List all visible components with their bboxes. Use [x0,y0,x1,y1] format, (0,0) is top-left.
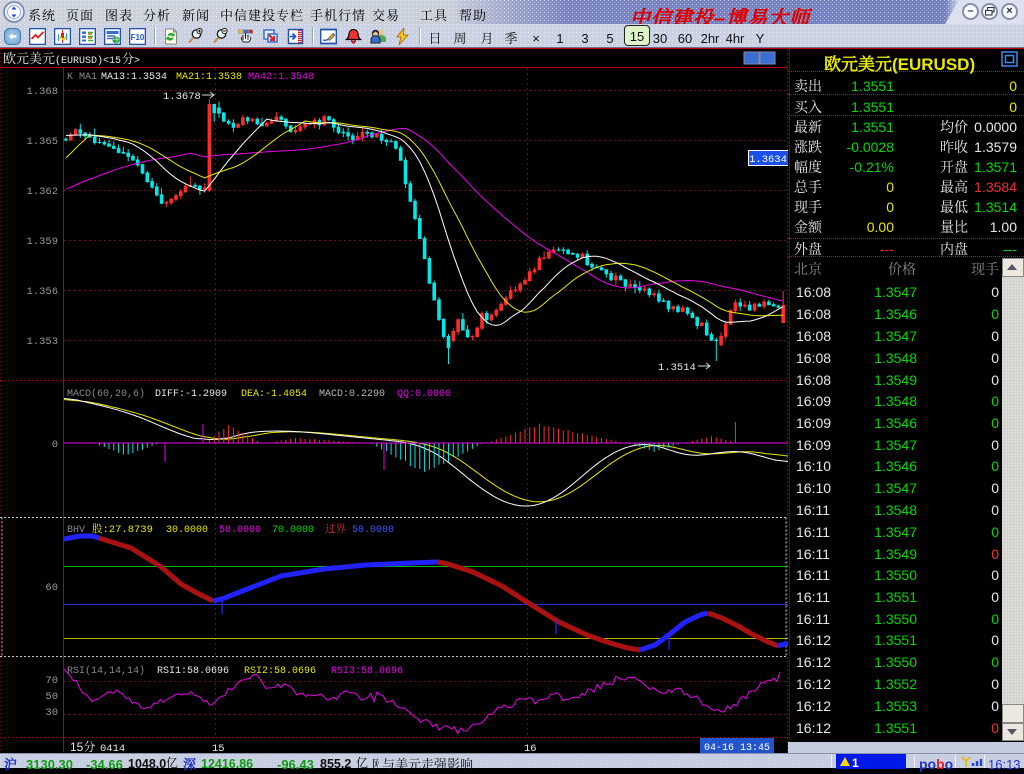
svg-text:15分: 15分 [70,738,95,753]
svg-text:欧元美元: 欧元美元 [3,48,55,67]
svg-text:15: 15 [212,743,225,753]
svg-text:50.0000: 50.0000 [352,525,394,536]
svg-text:RSI3:58.0696: RSI3:58.0696 [331,666,403,677]
svg-text:1.368: 1.368 [26,86,58,98]
svg-text:04-16 13:45: 04-16 13:45 [704,743,770,753]
svg-text:RSI(14,14,14): RSI(14,14,14) [67,665,145,677]
svg-text:50.0000: 50.0000 [219,525,261,536]
svg-text:DIFF:-1.2909: DIFF:-1.2909 [155,389,227,400]
svg-text:分: 分 [122,50,134,67]
svg-text:BHV: BHV [67,525,85,536]
svg-text:(EURUSD)<15: (EURUSD)<15 [55,55,121,67]
svg-text:70.0000: 70.0000 [272,525,314,536]
svg-text:1.362: 1.362 [26,186,58,198]
svg-text:RSI2:58.0696: RSI2:58.0696 [244,666,316,677]
svg-text:MACD(60,20,6): MACD(60,20,6) [67,388,145,400]
svg-text:50: 50 [45,691,58,703]
svg-text:DEA:-1.4054: DEA:-1.4054 [241,389,307,400]
svg-text:60: 60 [45,582,58,594]
svg-text:F10: F10 [131,33,145,42]
svg-text:1.356: 1.356 [26,286,58,298]
svg-text:过界: 过界 [325,521,346,536]
svg-text:0: 0 [52,439,58,451]
svg-text:1.3634: 1.3634 [749,154,787,166]
svg-text:1.359: 1.359 [26,236,58,248]
svg-text:1.353: 1.353 [26,336,58,348]
svg-text:MA21:1.3538: MA21:1.3538 [176,72,242,83]
svg-text:30: 30 [45,707,58,719]
svg-text:RSI1:58.0696: RSI1:58.0696 [157,666,229,677]
svg-text:MA13:1.3534: MA13:1.3534 [101,72,167,83]
svg-text:30.0000: 30.0000 [166,525,208,536]
svg-text:70: 70 [45,675,58,687]
svg-text:股:27.8739: 股:27.8739 [92,521,153,536]
svg-text:>: > [134,56,140,67]
svg-text:16: 16 [524,743,537,753]
svg-text:1.365: 1.365 [26,136,58,148]
svg-text:MA1: MA1 [79,72,97,83]
svg-text:MACD:0.2290: MACD:0.2290 [319,389,385,400]
svg-text:1.3678: 1.3678 [163,91,201,103]
svg-text:1.3514: 1.3514 [658,362,696,374]
svg-text:MA42:1.3548: MA42:1.3548 [248,72,314,83]
svg-text:K: K [67,72,73,83]
svg-text:QQ:0.0000: QQ:0.0000 [397,389,451,400]
svg-text:0414: 0414 [100,743,125,753]
